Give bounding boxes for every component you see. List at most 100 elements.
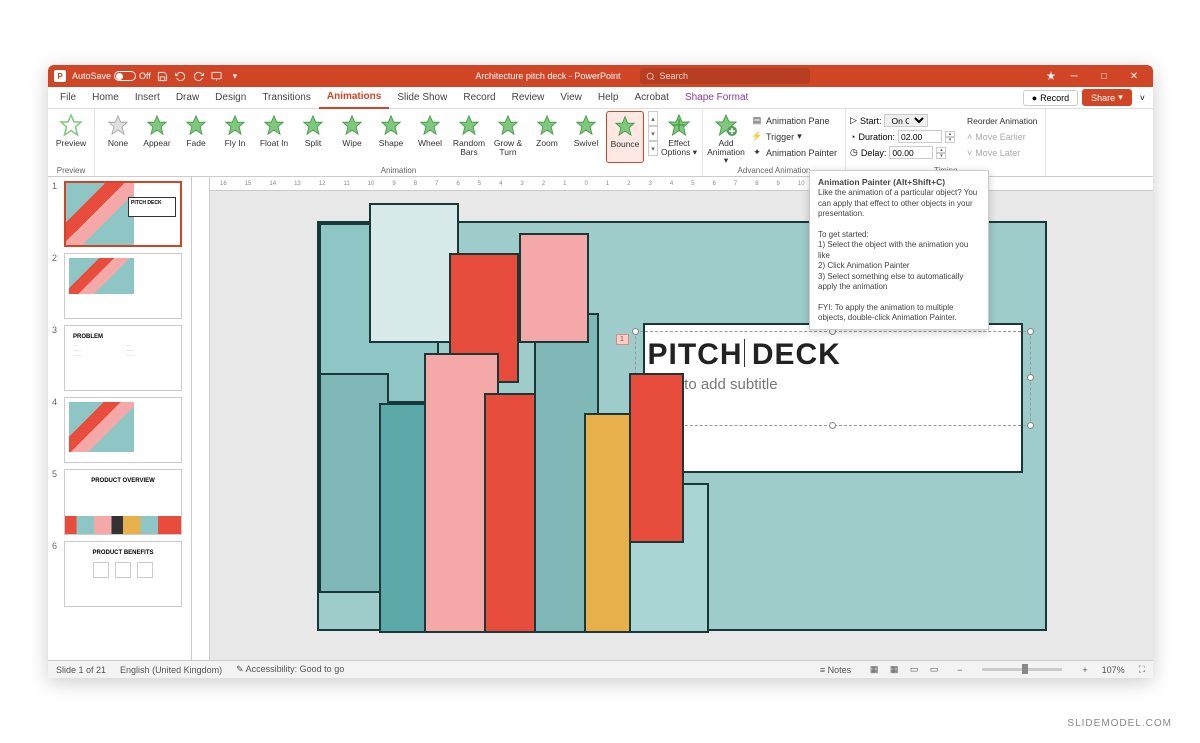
effect-grow-turn[interactable]: Grow & Turn — [489, 111, 527, 163]
tab-draw[interactable]: Draw — [168, 87, 207, 109]
tab-record[interactable]: Record — [455, 87, 503, 109]
effect-wheel[interactable]: Wheel — [411, 111, 449, 163]
normal-view-icon[interactable]: ▦ — [865, 663, 883, 677]
thumb-item-3[interactable]: 3PROBLEM—————————— — [52, 325, 187, 391]
thumb-preview[interactable]: ABOUT USLorem ipsum dolor sit amet conse… — [64, 253, 182, 319]
zoom-in-icon[interactable]: + — [1082, 665, 1087, 675]
tooltip-fyi: FYI: To apply the animation to multiple … — [818, 303, 957, 322]
tab-slideshow[interactable]: Slide Show — [389, 87, 455, 109]
effect-shape[interactable]: Shape — [372, 111, 410, 163]
fit-to-window-icon[interactable]: ⛶ — [1139, 664, 1145, 675]
zoom-out-icon[interactable]: − — [957, 665, 962, 675]
maximize-button[interactable]: □ — [1091, 65, 1117, 87]
thumb-item-2[interactable]: 2ABOUT USLorem ipsum dolor sit amet cons… — [52, 253, 187, 319]
effect-none[interactable]: None — [99, 111, 137, 163]
effect-random-bars[interactable]: Random Bars — [450, 111, 488, 163]
account-icon[interactable] — [1045, 70, 1057, 82]
gallery-scroll: ▴ ▾ ▾ — [648, 111, 658, 156]
text-cursor — [744, 339, 745, 367]
ribbon-group-advanced: Add Animation ▾ ▤Animation Pane ⚡Trigger… — [703, 109, 846, 176]
effect-float-in[interactable]: Float In — [255, 111, 293, 163]
slide-counter[interactable]: Slide 1 of 21 — [56, 665, 106, 675]
tab-animations[interactable]: Animations — [319, 87, 389, 109]
thumb-item-4[interactable]: 4SOLUTION———————————— — [52, 397, 187, 463]
delay-input[interactable] — [889, 146, 933, 159]
notes-button[interactable]: ≡ Notes — [820, 665, 851, 675]
undo-icon[interactable] — [175, 70, 187, 82]
language-status[interactable]: English (United Kingdom) — [120, 665, 222, 675]
qat-chevron-icon[interactable]: ▾ — [229, 70, 241, 82]
duration-input[interactable] — [898, 130, 942, 143]
thumb-preview[interactable]: PROBLEM—————————— — [64, 325, 182, 391]
effect-appear[interactable]: Appear — [138, 111, 176, 163]
share-button[interactable]: Share ▾ — [1082, 89, 1132, 106]
tab-file[interactable]: File — [52, 87, 84, 109]
delay-spinner[interactable]: ▴▾ — [936, 147, 946, 159]
save-icon[interactable] — [157, 70, 169, 82]
autosave-toggle[interactable]: AutoSave Off — [72, 71, 151, 81]
zoom-slider[interactable] — [982, 668, 1062, 671]
gallery-down-icon[interactable]: ▾ — [648, 126, 658, 141]
reading-view-icon[interactable]: ▭ — [905, 663, 923, 677]
record-button[interactable]: ● Record — [1023, 90, 1078, 106]
effect-options-button[interactable]: Effect Options ▾ — [660, 111, 698, 163]
gallery-up-icon[interactable]: ▴ — [648, 111, 658, 126]
tab-insert[interactable]: Insert — [127, 87, 168, 109]
add-animation-button[interactable]: Add Animation ▾ — [707, 111, 745, 163]
move-earlier-button[interactable]: ˄ Move Earlier — [963, 129, 1041, 144]
thumb-preview[interactable]: SOLUTION———————————— — [64, 397, 182, 463]
move-later-button[interactable]: ˅ Move Later — [963, 145, 1041, 160]
present-icon[interactable] — [211, 70, 223, 82]
tab-acrobat[interactable]: Acrobat — [626, 87, 676, 109]
tab-help[interactable]: Help — [590, 87, 627, 109]
tab-transitions[interactable]: Transitions — [254, 87, 319, 109]
gallery-more-icon[interactable]: ▾ — [648, 141, 658, 156]
effect-zoom[interactable]: Zoom — [528, 111, 566, 163]
tab-view[interactable]: View — [552, 87, 590, 109]
horizontal-ruler: 1615141312111098765432101234567891011121… — [210, 177, 1153, 191]
title-textbox-selection[interactable]: 1 PITCH DECK Click to add subtitle — [635, 331, 1031, 426]
close-button[interactable]: ✕ — [1121, 65, 1147, 87]
slide-thumbnails[interactable]: 1PITCH DECK2ABOUT USLorem ipsum dolor si… — [48, 177, 192, 660]
zoom-level[interactable]: 107% — [1102, 665, 1125, 675]
effect-wipe[interactable]: Wipe — [333, 111, 371, 163]
slide-title[interactable]: PITCH DECK — [648, 338, 1018, 372]
slide-canvas[interactable]: 1 PITCH DECK Click to add subtitle — [210, 191, 1153, 660]
painter-icon: ✦ — [751, 147, 763, 159]
effect-label: Fade — [186, 139, 205, 148]
animation-painter-button[interactable]: ✦Animation Painter — [747, 145, 841, 160]
tab-shape-format[interactable]: Shape Format — [677, 87, 756, 109]
toggle-switch-icon[interactable] — [114, 71, 136, 81]
thumb-preview[interactable]: PRODUCT OVERVIEW — [64, 469, 182, 535]
duration-spinner[interactable]: ▴▾ — [945, 131, 955, 143]
tab-design[interactable]: Design — [207, 87, 254, 109]
start-select[interactable]: On Click — [884, 114, 928, 127]
thumb-preview[interactable]: PITCH DECK — [64, 181, 182, 247]
effect-fly-in[interactable]: Fly In — [216, 111, 254, 163]
collapse-ribbon-icon[interactable]: ˅ — [1136, 93, 1149, 103]
accessibility-status[interactable]: ✎ Accessibility: Good to go — [236, 664, 344, 675]
sorter-view-icon[interactable]: ▦ — [885, 663, 903, 677]
app-icon: P — [54, 70, 66, 82]
slideshow-view-icon[interactable]: ▭ — [925, 663, 943, 677]
group-label-preview: Preview — [52, 165, 90, 176]
thumb-item-5[interactable]: 5PRODUCT OVERVIEW — [52, 469, 187, 535]
effect-swivel[interactable]: Swivel — [567, 111, 605, 163]
thumb-item-1[interactable]: 1PITCH DECK — [52, 181, 187, 247]
effect-label: Split — [305, 139, 322, 148]
thumb-item-6[interactable]: 6PRODUCT BENEFITS — [52, 541, 187, 607]
preview-button[interactable]: Preview — [52, 111, 90, 163]
animation-pane-button[interactable]: ▤Animation Pane — [747, 113, 841, 128]
search-box[interactable]: Search — [640, 68, 810, 84]
effect-split[interactable]: Split — [294, 111, 332, 163]
redo-icon[interactable] — [193, 70, 205, 82]
minimize-button[interactable]: ─ — [1061, 65, 1087, 87]
thumb-preview[interactable]: PRODUCT BENEFITS — [64, 541, 182, 607]
tab-home[interactable]: Home — [84, 87, 127, 109]
slide-subtitle-placeholder[interactable]: Click to add subtitle — [648, 376, 1018, 393]
effect-bounce[interactable]: Bounce — [606, 111, 644, 163]
trigger-button[interactable]: ⚡Trigger ▾ — [747, 129, 841, 144]
tab-review[interactable]: Review — [504, 87, 553, 109]
animation-tag[interactable]: 1 — [616, 334, 629, 345]
effect-fade[interactable]: Fade — [177, 111, 215, 163]
